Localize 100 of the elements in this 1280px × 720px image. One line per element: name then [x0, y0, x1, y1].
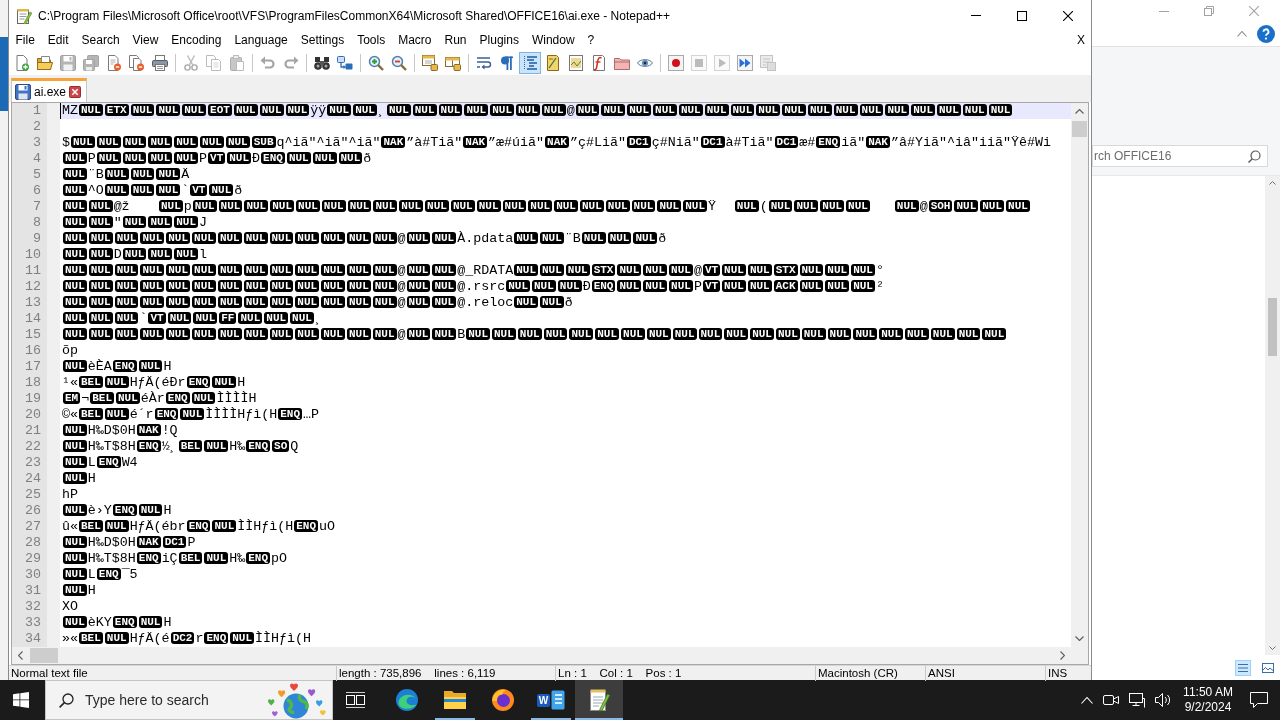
- code-line: NUL èKY ENQ NUL H: [62, 615, 172, 631]
- tab-close-icon[interactable]: [69, 85, 82, 98]
- window-lock-icon[interactable]: [422, 54, 438, 71]
- code-line: NUL H‰T$8H ENQ ½¸ BEL NUL H‰ ENQ SO Q: [62, 439, 299, 455]
- search-icon[interactable]: [1248, 149, 1261, 163]
- restore-icon[interactable]: [1203, 6, 1214, 16]
- line-number: 32: [25, 599, 41, 615]
- line-number: 9: [33, 231, 41, 247]
- code-line: NUL H‰D$0H NAK !Q: [62, 423, 178, 439]
- code-line: õp: [62, 343, 78, 359]
- scroll-thumb[interactable]: [30, 648, 58, 663]
- slashed-page-icon[interactable]: [545, 54, 561, 71]
- start-icon[interactable]: [13, 692, 29, 708]
- line-number: 33: [25, 615, 41, 631]
- taskbar-button[interactable]: W: [527, 680, 575, 720]
- search-bar[interactable]: rch OFFICE16: [1092, 145, 1268, 167]
- page-close-icon[interactable]: [106, 54, 122, 71]
- line-number: 7: [33, 199, 41, 215]
- menu-item[interactable]: View: [126, 31, 165, 50]
- code-line: NUL NUL NUL NUL NUL NUL NUL NUL NUL NUL NUL NUL NUL @ NUL NUL @_RDATA NUL NUL NUL STX NUL NUL NUL @ VT NUL NUL STX NUL NUL NUL °: [62, 263, 884, 279]
- code-line: NUL ¨B NUL NUL NUL Ä: [62, 167, 190, 183]
- code-line: NUL NUL " NUL NUL NUL J: [62, 215, 208, 231]
- close-icon[interactable]: [1063, 10, 1073, 21]
- code-line: NUL NUL NUL NUL NUL NUL NUL NUL NUL NUL NUL NUL NUL @ NUL NUL @.rsrc NUL NUL NUL Ð ENQ NUL NUL NUL P VT NUL NUL ACK NUL NUL NUL ²: [62, 279, 884, 295]
- line-number: 25: [25, 487, 41, 503]
- line-number: 26: [25, 503, 41, 519]
- code-line: ©« BEL NUL é´r ENQ NUL ÌÌÌÌHƒì(H ENQ …P: [62, 407, 320, 423]
- help-icon[interactable]: [1257, 25, 1275, 43]
- zoom-out-icon[interactable]: [391, 54, 407, 71]
- line-number: 10: [25, 247, 41, 263]
- speaker-icon[interactable]: [1155, 693, 1171, 707]
- menu-item[interactable]: File: [9, 31, 42, 50]
- line-number: 14: [25, 311, 41, 327]
- code-line: NUL H‰D$0H NAK DC1 P: [62, 535, 196, 551]
- swirl-icon: [395, 688, 419, 712]
- vertical-scrollbar[interactable]: [1265, 176, 1280, 655]
- line-number: 19: [25, 391, 41, 407]
- network-icon[interactable]: [1129, 692, 1145, 708]
- search-field[interactable]: rch OFFICE16: [1093, 146, 1248, 166]
- menu-item[interactable]: Macro: [391, 31, 438, 50]
- binoculars-icon[interactable]: [314, 54, 330, 71]
- vertical-scrollbar[interactable]: [1071, 103, 1088, 647]
- code-line: NUL NUL D NUL NUL NUL l: [62, 247, 208, 263]
- printer-icon[interactable]: [152, 54, 168, 71]
- code-line: NUL H‰T$8H ENQ iÇ BEL NUL H‰ ENQ pO: [62, 551, 288, 567]
- code-line: NUL NUL NUL ` VT NUL NUL FF NUL NUL NUL ¸: [62, 311, 323, 327]
- file-tab[interactable]: ai.exe: [11, 78, 88, 102]
- notepad-icon: [588, 688, 610, 712]
- menu-item[interactable]: Plugins: [473, 31, 526, 50]
- replace-icon[interactable]: [337, 54, 353, 71]
- line-number: 6: [33, 183, 41, 199]
- horizontal-scrollbar[interactable]: [12, 647, 1071, 664]
- search-icon: [59, 692, 74, 708]
- taskbar-button[interactable]: [575, 680, 623, 720]
- line-number: 30: [25, 567, 41, 583]
- search-bar[interactable]: Type here to search: [45, 680, 333, 720]
- search-field[interactable]: Type here to search: [85, 685, 260, 715]
- split-window-lock-icon[interactable]: [445, 54, 461, 71]
- status-text: ANSI: [928, 666, 955, 680]
- line-number: 12: [25, 279, 41, 295]
- minimize-icon[interactable]: [1158, 10, 1169, 12]
- line-number: 3: [33, 135, 41, 151]
- video-call-icon[interactable]: [1103, 694, 1119, 706]
- scroll-thumb[interactable]: [1268, 298, 1277, 356]
- close-document-button[interactable]: X: [1071, 31, 1091, 50]
- record-icon[interactable]: [668, 54, 684, 71]
- menu-item[interactable]: Run: [438, 31, 474, 50]
- line-number: 29: [25, 551, 41, 567]
- code-line: »« BEL NUL HƒÄ(é DC2 r ENQ NUL ÌÌHƒì(H: [62, 631, 312, 647]
- menu-item[interactable]: Settings: [294, 31, 351, 50]
- details-view-icon[interactable]: [1235, 659, 1251, 676]
- menu-item[interactable]: ?: [581, 31, 601, 50]
- zoom-in-icon[interactable]: [368, 54, 384, 71]
- status-text: Normal text file: [11, 666, 88, 680]
- code-line: NUL ^O NUL NUL NUL ` VT NUL ð: [62, 183, 243, 199]
- status-text: INS: [1048, 666, 1068, 680]
- menu-item[interactable]: Encoding: [164, 31, 228, 50]
- pilcrow-icon[interactable]: [499, 54, 515, 71]
- menu-item[interactable]: Edit: [41, 31, 76, 50]
- pages-close-icon[interactable]: [129, 54, 145, 71]
- code-line: û« BEL NUL HƒÄ(ébr ENQ NUL ÌÌHƒì(H ENQ uO: [62, 519, 336, 535]
- code-line: NUL NUL NUL NUL NUL NUL NUL NUL NUL NUL NUL NUL NUL @ NUL NUL B NUL NUL NUL NUL NUL NUL NUL NUL NUL NUL NUL NUL NUL NUL NUL NUL NUL NUL NUL NUL NUL: [62, 327, 1008, 343]
- menu-item[interactable]: Language: [227, 31, 295, 50]
- menu-item[interactable]: Search: [75, 31, 127, 50]
- task-view-icon: [345, 692, 365, 708]
- function-page-icon[interactable]: [591, 54, 607, 71]
- folder-icon[interactable]: [37, 54, 53, 71]
- menu-item[interactable]: Window: [525, 31, 582, 50]
- line-number: 11: [25, 263, 41, 279]
- scroll-thumb[interactable]: [1072, 121, 1087, 137]
- maximize-icon[interactable]: [1017, 10, 1027, 21]
- new-page-icon[interactable]: [14, 54, 30, 71]
- word-wrap-icon[interactable]: [476, 54, 492, 71]
- indent-guide-icon[interactable]: [519, 51, 541, 74]
- fast-forward-icon[interactable]: [737, 54, 753, 71]
- line-number: 27: [25, 519, 41, 535]
- notification-icon[interactable]: [1250, 691, 1268, 709]
- menu-item[interactable]: Tools: [350, 31, 392, 50]
- line-number: 24: [25, 471, 41, 487]
- map-page-icon[interactable]: [568, 54, 584, 71]
